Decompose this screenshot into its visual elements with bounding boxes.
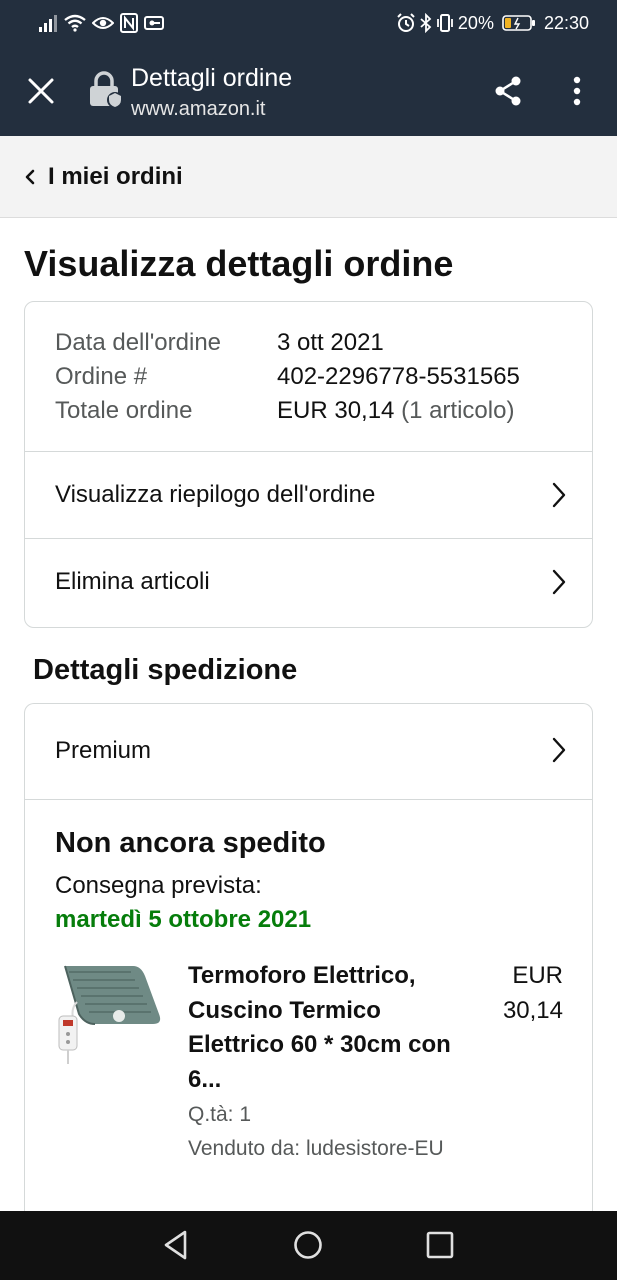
page-title: Visualizza dettagli ordine (24, 243, 454, 284)
remove-items-link[interactable]: Elimina articoli (25, 539, 592, 625)
vpn-icon (144, 12, 164, 34)
shipping-method-link[interactable]: Premium (25, 704, 592, 800)
browser-toolbar: Dettagli ordine www.amazon.it (0, 46, 617, 136)
close-icon[interactable] (22, 72, 60, 110)
order-total-row: Totale ordine EUR 30,14 (1 articolo) (55, 394, 575, 428)
signal-icon (38, 12, 58, 34)
alarm-icon (396, 12, 416, 34)
battery-percent: 20% (457, 13, 494, 33)
browser-title: Dettagli ordine (131, 64, 293, 92)
clock: 22:30 (543, 13, 589, 33)
nfc-icon (120, 12, 138, 34)
breadcrumb[interactable]: I miei ordini (0, 136, 617, 218)
chevron-left-icon (22, 168, 38, 186)
status-bar: 20% 22:30 (0, 0, 617, 46)
chevron-right-icon (550, 568, 568, 596)
order-total-value: EUR 30,14 (277, 397, 395, 424)
delivery-date: martedì 5 ottobre 2021 (55, 906, 312, 933)
share-icon[interactable] (488, 72, 528, 110)
order-number-label: Ordine # (55, 363, 148, 390)
remove-items-label: Elimina articoli (55, 568, 210, 595)
shipment-status: Non ancora spedito (55, 827, 326, 859)
browser-url: www.amazon.it (131, 98, 266, 120)
battery-icon (502, 12, 536, 34)
product-seller: Venduto da: ludesistore-EU (188, 1137, 444, 1160)
order-date-row: Data dell'ordine 3 ott 2021 (55, 326, 575, 360)
back-icon[interactable] (156, 1225, 196, 1265)
shipping-section-title: Dettagli spedizione (33, 654, 298, 686)
order-info: Data dell'ordine 3 ott 2021 Ordine # 402… (55, 326, 575, 428)
vibrate-icon (436, 12, 454, 34)
product-quantity: Q.tà: 1 (188, 1103, 252, 1126)
order-total-label: Totale ordine (55, 397, 193, 424)
status-icons-right: 20% 22:30 (396, 12, 589, 34)
order-item-count: (1 articolo) (394, 397, 515, 424)
order-number-row: Ordine # 402-2296778-5531565 (55, 360, 575, 394)
chevron-right-icon (550, 481, 568, 509)
product-title-link[interactable]: Termoforo Elettrico, Cuscino Termico Ele… (188, 959, 458, 1097)
product-price: EUR 30,14 (502, 962, 563, 1024)
system-nav-bar (0, 1211, 617, 1280)
order-date-label: Data dell'ordine (55, 329, 222, 356)
divider (25, 799, 592, 800)
view-order-summary-link[interactable]: Visualizza riepilogo dell'ordine (25, 452, 592, 538)
shipping-method-label: Premium (55, 737, 152, 764)
wifi-icon (64, 12, 86, 34)
chevron-right-icon (550, 736, 568, 764)
view-order-summary-label: Visualizza riepilogo dell'ordine (55, 481, 376, 508)
lock-icon[interactable] (86, 70, 126, 110)
recents-icon[interactable] (420, 1225, 460, 1265)
product-image[interactable] (55, 962, 165, 1066)
more-options-icon[interactable] (560, 72, 594, 110)
shipment-card: Premium Non ancora spedito Consegna prev… (24, 703, 593, 1223)
status-icons-left (38, 12, 164, 34)
order-summary-card: Data dell'ordine 3 ott 2021 Ordine # 402… (24, 301, 593, 628)
order-number-value: 402-2296778-5531565 (277, 363, 520, 390)
bluetooth-icon (420, 12, 432, 34)
order-date-value: 3 ott 2021 (277, 329, 384, 356)
eye-icon (92, 12, 114, 34)
home-icon[interactable] (288, 1225, 328, 1265)
breadcrumb-label: I miei ordini (48, 163, 183, 190)
delivery-label: Consegna prevista: (55, 872, 262, 899)
